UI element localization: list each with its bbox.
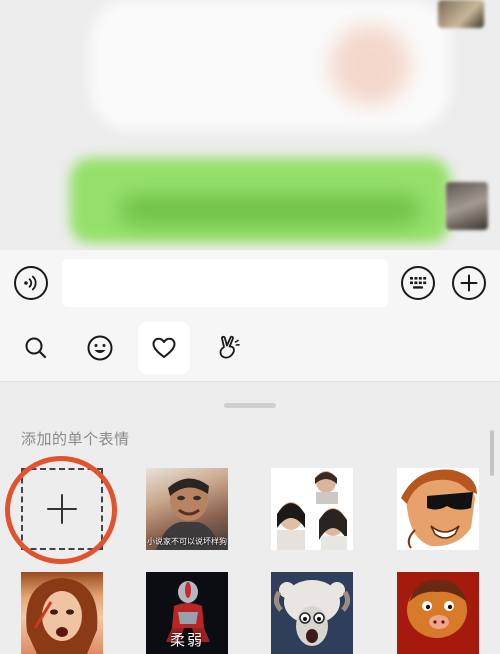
heart-icon [152,337,176,358]
sticker-item[interactable] [271,468,353,550]
panel-drag-handle[interactable] [224,403,276,408]
sticker-caption: 小说家不可以说坏样狗 [147,537,227,546]
voice-input-button[interactable] [14,266,48,300]
search-icon [25,337,47,359]
scrollbar[interactable] [490,430,494,476]
hand-gesture-icon [219,335,240,359]
sticker-image [277,471,347,550]
chat-message-area [0,0,500,250]
sticker-item[interactable]: 柔弱 [146,572,228,654]
sticker-image [401,469,477,549]
tab-emoji[interactable] [74,322,126,374]
voice-icon [24,275,37,291]
add-sticker-button[interactable] [21,468,103,550]
plus-icon [460,274,478,292]
plus-icon [47,494,77,524]
message-bubble-sent-shade [120,195,420,225]
section-title: 添加的单个表情 [21,431,130,448]
avatar-self[interactable] [446,182,488,230]
sticker-panel: 添加的单个表情 小说家不可以说坏样狗 柔弱 [0,382,500,654]
sticker-image [26,578,98,654]
keyboard-toggle-button[interactable] [401,266,435,300]
sticker-item[interactable] [397,572,479,654]
input-bar [0,250,500,316]
sticker-item[interactable] [397,468,479,550]
tab-favorites[interactable] [138,322,190,374]
message-bubble-decoration [330,25,410,105]
sticker-caption: 柔弱 [169,632,204,649]
sticker-tab-bar [0,316,500,382]
sticker-item[interactable]: 小说家不可以说坏样狗 [146,468,228,550]
sticker-image [271,572,353,654]
avatar[interactable] [438,0,484,28]
keyboard-icon [410,277,427,289]
sticker-image [397,572,479,654]
more-actions-button[interactable] [452,266,486,300]
tab-gesture[interactable] [202,322,254,374]
sticker-item[interactable] [21,572,103,654]
smile-icon [87,335,113,361]
tab-search[interactable] [10,322,62,374]
message-input[interactable] [62,259,388,307]
sticker-item[interactable] [271,572,353,654]
